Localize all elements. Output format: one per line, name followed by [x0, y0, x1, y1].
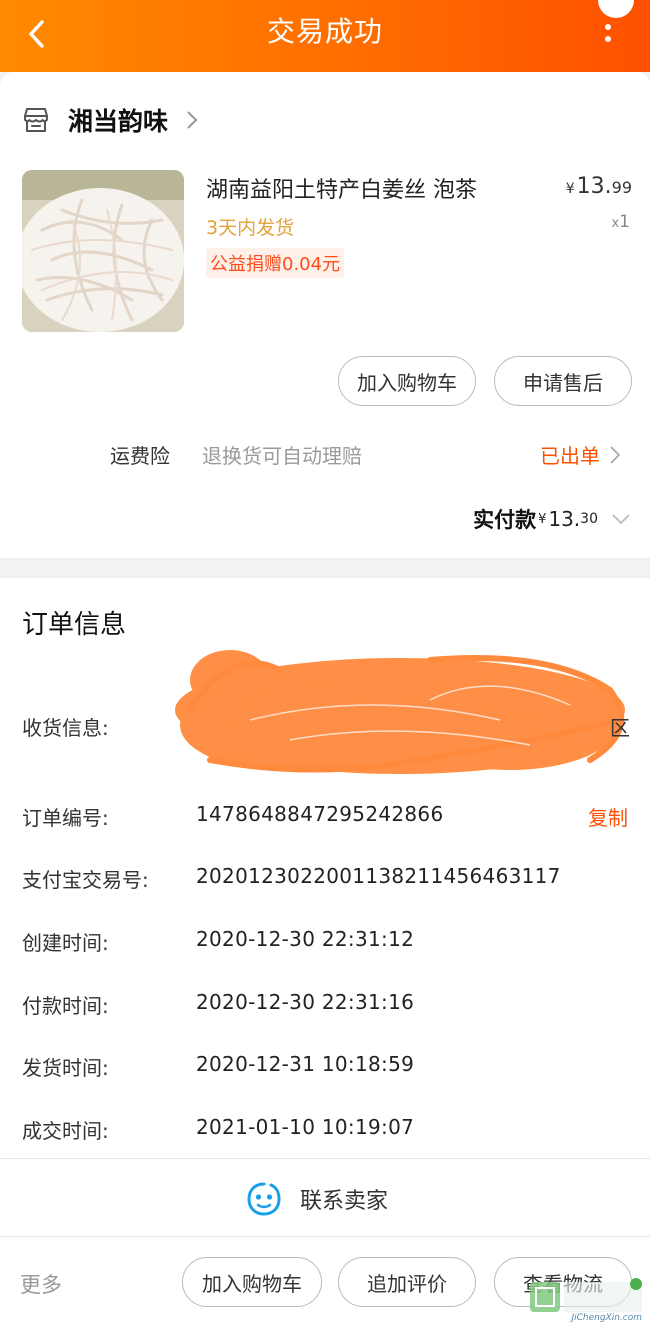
shipped-time: 2020-12-31 10:18:59	[196, 1052, 415, 1076]
payment-currency: ¥	[538, 511, 547, 527]
address-redacted: 区	[170, 650, 640, 786]
contact-seller-label: 联系卖家	[300, 1189, 389, 1214]
alipay-number: 2020123022001138211456463117	[196, 864, 561, 888]
shipped-time-label: 发货时间:	[22, 1056, 109, 1080]
insurance-label: 运费险	[110, 444, 170, 468]
address-label: 收货信息:	[22, 716, 109, 740]
product-name[interactable]: 湖南益阳土特产白姜丝 泡茶	[206, 172, 477, 204]
chevron-right-icon	[610, 445, 620, 464]
contact-seller-button[interactable]: 联系卖家	[246, 1181, 388, 1217]
address-tail: 区	[610, 716, 630, 740]
add-review-button[interactable]: 追加评价	[338, 1257, 476, 1307]
insurance-status-text: 已出单	[540, 444, 600, 468]
product-image	[22, 170, 184, 332]
closed-time-label: 成交时间:	[22, 1119, 109, 1143]
product-thumbnail[interactable]	[22, 170, 184, 332]
paid-time: 2020-12-30 22:31:16	[196, 990, 415, 1014]
actual-payment[interactable]: 实付款 ¥ 13. 30	[473, 504, 630, 534]
page-title: 交易成功	[266, 15, 383, 48]
redaction-scribble	[175, 650, 625, 774]
shop-link[interactable]: 湘当韵味	[22, 100, 198, 140]
order-number: 1478648847295242866	[196, 802, 444, 826]
watermark-text: JiChengXin.com	[571, 1313, 642, 1323]
price-currency: ¥	[565, 181, 575, 197]
after-sale-button[interactable]: 申请售后	[494, 356, 632, 406]
closed-time: 2021-01-10 10:19:07	[196, 1115, 415, 1139]
order-number-label: 订单编号:	[22, 806, 109, 830]
more-options-button[interactable]	[588, 0, 634, 52]
contact-seller-bar: 联系卖家	[0, 1158, 650, 1236]
payment-decimal: 30	[580, 511, 598, 527]
order-item-card: 湘当韵味 湖南益阳土特产白姜丝 泡茶 3天内发货 公益捐赠0.04元 ¥13.9…	[0, 72, 650, 558]
price-decimal: 99	[611, 178, 632, 197]
store-icon	[24, 108, 48, 132]
copy-button[interactable]: 复制	[588, 802, 628, 831]
shop-name: 湘当韵味	[68, 107, 169, 136]
alipay-number-label: 支付宝交易号:	[22, 868, 149, 892]
insurance-status[interactable]: 已出单	[540, 440, 620, 469]
more-dot-icon	[605, 24, 611, 30]
qty-value: 1	[619, 212, 630, 232]
order-info-title: 订单信息	[22, 610, 127, 640]
chevron-right-icon	[187, 111, 198, 129]
payment-integer: 13.	[548, 507, 581, 531]
more-link[interactable]: 更多	[20, 1269, 62, 1299]
more-dot-icon	[605, 36, 611, 42]
top-bar: 交易成功	[0, 0, 650, 72]
order-info-section: 订单信息 收货信息: 区 订单编号: 1478648847295242866 复…	[0, 578, 650, 1158]
payment-label: 实付款	[473, 508, 537, 532]
product-price: ¥13.99	[566, 174, 632, 199]
add-to-cart-button[interactable]: 加入购物车	[338, 356, 476, 406]
donation-badge: 公益捐赠0.04元	[206, 248, 345, 278]
insurance-desc: 退换货可自动理赔	[202, 444, 362, 468]
chevron-down-icon	[612, 514, 630, 525]
price-integer: 13.	[576, 174, 612, 199]
product-quantity: x1	[611, 212, 630, 232]
created-time: 2020-12-30 22:31:12	[196, 927, 415, 951]
created-time-label: 创建时间:	[22, 931, 109, 955]
bottom-add-to-cart-button[interactable]: 加入购物车	[182, 1257, 322, 1307]
paid-time-label: 付款时间:	[22, 994, 109, 1018]
chat-face-icon	[247, 1182, 281, 1216]
shipping-promise: 3天内发货	[206, 217, 295, 239]
